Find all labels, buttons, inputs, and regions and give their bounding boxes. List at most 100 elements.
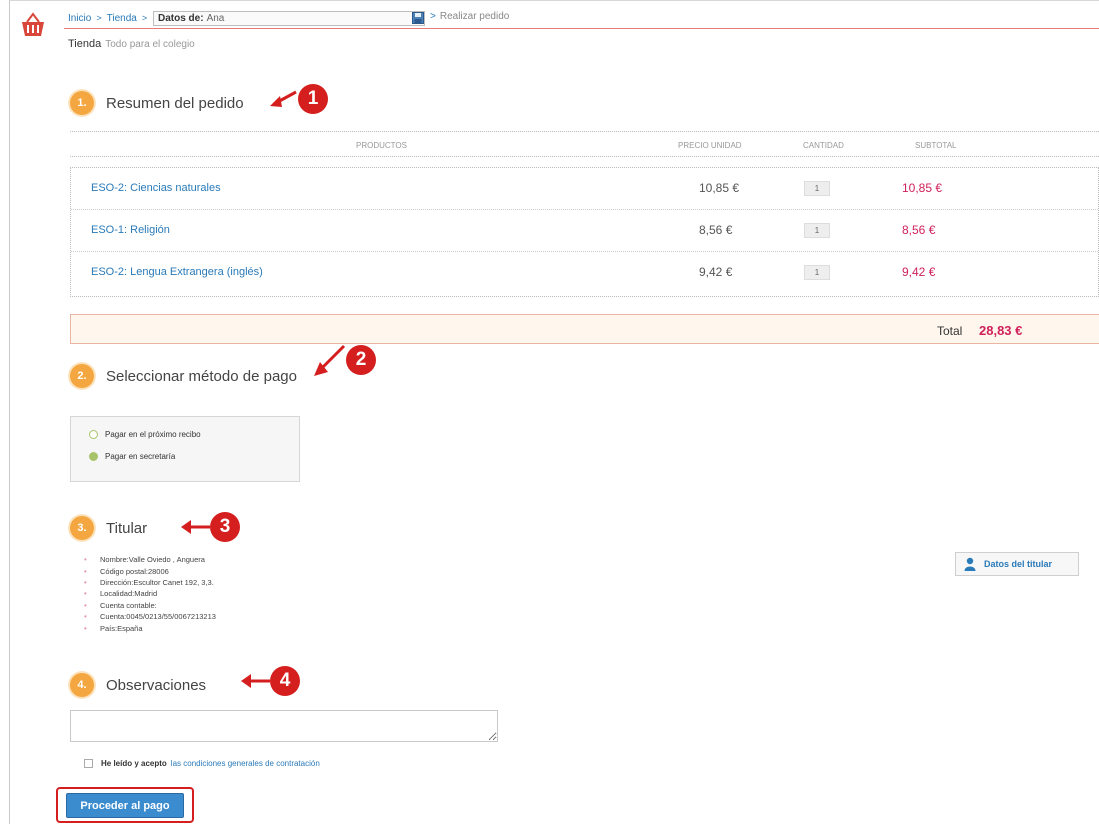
header-cantidad: CANTIDAD — [803, 141, 844, 150]
step-title: Seleccionar método de pago — [106, 367, 297, 385]
breadcrumb-underline — [64, 28, 1099, 29]
arrow-left-icon — [270, 90, 297, 107]
step-number: 1. — [70, 91, 94, 115]
bullet-icon: • — [84, 600, 87, 610]
list-item: • Localidad:Madrid — [84, 588, 216, 599]
step-title: Titular — [106, 519, 148, 537]
observations-input[interactable] — [70, 710, 498, 742]
datos-de-select[interactable]: Datos de: Ana — [153, 11, 425, 26]
list-item: • Código postal:28006 — [84, 565, 216, 576]
shopping-basket-icon — [22, 12, 44, 36]
bullet-icon: • — [84, 589, 87, 599]
holder-data-button[interactable]: Datos del titular — [955, 552, 1079, 576]
holder-detail: País:España — [100, 623, 143, 633]
product-subtotal: 10,85 € — [902, 181, 943, 195]
list-item: • Dirección:Escultor Canet 192, 3,3. — [84, 577, 216, 588]
step-3-heading: 3. Titular — [70, 516, 147, 540]
breadcrumb-current: > Realizar pedido — [430, 11, 509, 22]
list-item: • Cuenta contable: — [84, 600, 216, 611]
table-row: ESO-2: Lengua Extrangera (inglés) 9,42 €… — [71, 253, 1098, 294]
callout-number: 1 — [298, 84, 328, 114]
store-subtitle: Todo para el colegio — [105, 39, 195, 50]
datos-de-label: Datos de: — [158, 13, 204, 24]
terms-text: He leído y acepto — [101, 759, 167, 768]
callout-number: 2 — [346, 345, 376, 375]
holder-detail: Dirección:Escultor Canet 192, 3,3. — [100, 577, 214, 587]
window-left-border — [9, 0, 10, 824]
breadcrumb-separator: > — [96, 13, 102, 23]
bullet-icon: • — [84, 577, 87, 587]
datos-de-value: Ana — [206, 13, 225, 24]
callout-2: 2 — [312, 340, 376, 380]
breadcrumb-inicio[interactable]: Inicio — [68, 13, 91, 24]
callout-number: 4 — [270, 666, 300, 696]
step-number: 3. — [70, 516, 94, 540]
step-2-heading: 2. Seleccionar método de pago — [70, 364, 297, 388]
holder-data-button-label: Datos del titular — [984, 559, 1053, 569]
list-item: • País:España — [84, 622, 216, 633]
breadcrumb-tienda[interactable]: Tienda — [107, 13, 137, 24]
bullet-icon: • — [84, 555, 87, 565]
step-number: 2. — [70, 364, 94, 388]
store-title: Tienda — [68, 38, 102, 50]
products-table: ESO-2: Ciencias naturales 10,85 € 1 10,8… — [70, 167, 1099, 297]
callout-4: 4 — [240, 666, 300, 696]
terms-checkbox[interactable] — [84, 759, 93, 768]
breadcrumb-separator: > — [430, 11, 436, 22]
step-1-heading: 1. Resumen del pedido — [70, 91, 244, 115]
store-heading: Tienda Todo para el colegio — [68, 38, 195, 50]
product-name-link[interactable]: ESO-2: Ciencias naturales — [91, 182, 221, 194]
product-quantity[interactable]: 1 — [804, 265, 830, 280]
holder-detail: Código postal:28006 — [100, 566, 169, 576]
product-unit-price: 10,85 € — [699, 181, 740, 195]
product-unit-price: 9,42 € — [699, 265, 733, 279]
callout-number: 3 — [210, 512, 240, 542]
callout-3: 3 — [180, 512, 240, 542]
radio-button[interactable] — [89, 430, 98, 439]
step-4-heading: 4. Observaciones — [70, 673, 206, 697]
save-icon[interactable] — [412, 12, 424, 24]
step-title: Resumen del pedido — [106, 94, 244, 112]
product-name-link[interactable]: ESO-2: Lengua Extrangera (inglés) — [91, 266, 263, 278]
callout-1: 1 — [268, 84, 328, 114]
user-icon — [964, 557, 976, 571]
holder-detail: Nombre:Valle Oviedo , Anguera — [100, 555, 205, 565]
arrow-left-icon — [314, 344, 346, 376]
arrow-left-icon — [241, 674, 270, 688]
product-unit-price: 8,56 € — [699, 223, 733, 237]
payment-option-secretaria[interactable]: Pagar en secretaría — [89, 452, 175, 461]
product-quantity[interactable]: 1 — [804, 223, 830, 238]
header-productos: PRODUCTOS — [356, 141, 407, 150]
bullet-icon: • — [84, 612, 87, 622]
product-subtotal: 9,42 € — [902, 265, 936, 279]
header-precio-unidad: PRECIO UNIDAD — [678, 141, 742, 150]
holder-detail: Cuenta contable: — [100, 600, 157, 610]
list-item: • Cuenta:0045/0213/55/0067213213 — [84, 611, 216, 622]
holder-details-list: • Nombre:Valle Oviedo , Anguera • Código p… — [84, 554, 216, 634]
products-table-header: PRODUCTOS PRECIO UNIDAD CANTIDAD SUBTOTA… — [70, 131, 1099, 157]
header-subtotal: SUBTOTAL — [915, 141, 957, 150]
terms-acceptance: He leído y acepto las condiciones genera… — [84, 759, 320, 768]
proceed-to-payment-button[interactable]: Proceder al pago — [66, 793, 184, 818]
payment-option-recibo[interactable]: Pagar en el próximo recibo — [89, 430, 201, 439]
breadcrumb-separator: > — [141, 13, 148, 23]
holder-detail: Cuenta:0045/0213/55/0067213213 — [100, 612, 216, 622]
product-name-link[interactable]: ESO-1: Religión — [91, 224, 170, 236]
payment-option-label: Pagar en el próximo recibo — [105, 430, 201, 439]
payment-method-box: Pagar en el próximo recibo Pagar en secr… — [70, 416, 300, 482]
step-title: Observaciones — [106, 676, 207, 694]
holder-detail: Localidad:Madrid — [100, 589, 158, 599]
window-top-border — [9, 0, 1099, 1]
table-row: ESO-1: Religión 8,56 € 1 8,56 € — [71, 211, 1098, 252]
total-value: 28,83 € — [979, 323, 1023, 338]
product-subtotal: 8,56 € — [902, 223, 936, 237]
bullet-icon: • — [84, 623, 87, 633]
terms-link[interactable]: las condiciones generales de contratació… — [171, 759, 320, 768]
product-quantity[interactable]: 1 — [804, 181, 830, 196]
table-row: ESO-2: Ciencias naturales 10,85 € 1 10,8… — [71, 169, 1098, 210]
list-item: • Nombre:Valle Oviedo , Anguera — [84, 554, 216, 565]
arrow-left-icon — [181, 520, 210, 534]
bullet-icon: • — [84, 566, 87, 576]
breadcrumb-realizar-pedido: Realizar pedido — [439, 11, 510, 22]
radio-button-selected[interactable] — [89, 452, 98, 461]
